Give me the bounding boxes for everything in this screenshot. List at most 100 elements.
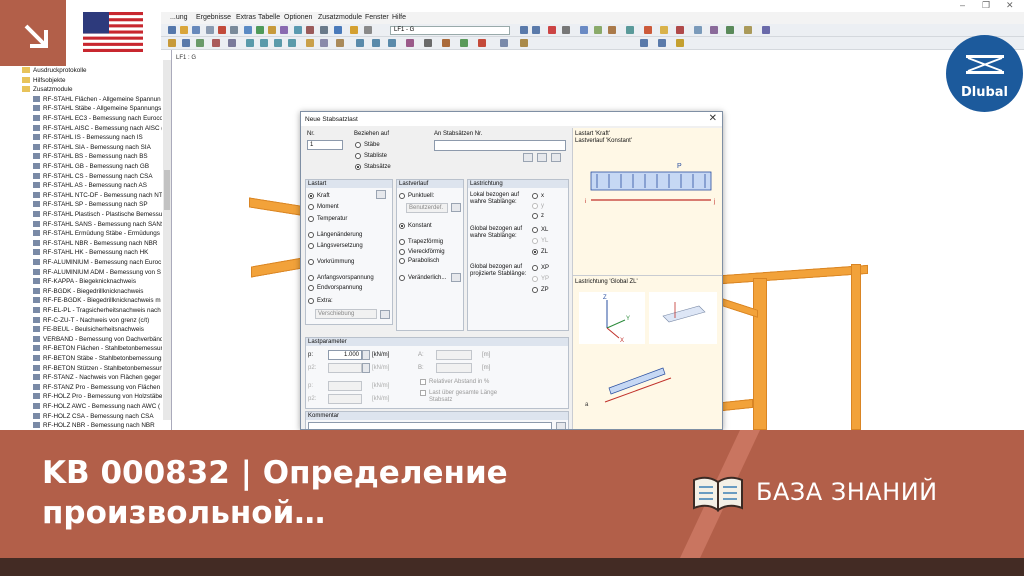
dialog-close-icon[interactable]: ✕ bbox=[709, 113, 717, 124]
radio-stabliste[interactable] bbox=[355, 153, 361, 159]
next-loadcase-icon[interactable] bbox=[532, 26, 540, 34]
navigator-module-item[interactable]: RF-BETON Stützen - Stahlbetonbemessun bbox=[33, 364, 162, 374]
tools-icon[interactable] bbox=[520, 39, 528, 47]
radio-stabsaetze[interactable] bbox=[355, 164, 361, 170]
navigator-folder[interactable]: Hilfsobjekte bbox=[22, 76, 162, 86]
settings-icon[interactable] bbox=[364, 26, 372, 34]
radio-laengsversetzung[interactable] bbox=[308, 243, 314, 249]
radio-staebe[interactable] bbox=[355, 142, 361, 148]
pick-members-button[interactable] bbox=[537, 153, 547, 162]
navigator-module-item[interactable]: RF-ALUMINIUM - Bemessung nach Euroc bbox=[33, 258, 162, 268]
solid-view-icon[interactable] bbox=[608, 26, 616, 34]
p2-input[interactable] bbox=[328, 363, 362, 373]
menu-item-fenster[interactable]: Fenster bbox=[365, 14, 389, 21]
language-flag[interactable] bbox=[66, 0, 161, 66]
navigator-module-item[interactable]: RF-C-ZU-T - Nachweis von grenz (c/t) bbox=[33, 316, 162, 326]
radio-konstant[interactable] bbox=[399, 223, 405, 229]
radio-dir-zp[interactable] bbox=[532, 287, 538, 293]
results-on-icon[interactable] bbox=[548, 26, 556, 34]
ortho-icon[interactable] bbox=[726, 26, 734, 34]
radio-veraenderlich[interactable] bbox=[399, 275, 405, 281]
navigator-module-item[interactable]: RF-FE-BGDK - Biegedrillknicknachweis m bbox=[33, 296, 162, 306]
loadcase-select[interactable]: LF1 - G bbox=[390, 26, 510, 35]
line-icon[interactable] bbox=[306, 39, 314, 47]
table-icon[interactable] bbox=[320, 26, 328, 34]
navigator-module-item[interactable]: RF-HOLZ Pro - Bemessung von Holzstäbe bbox=[33, 392, 162, 402]
check-icon[interactable] bbox=[460, 39, 468, 47]
navigator-module-item[interactable]: RF-STANZ - Nachweis von Flächen geger bbox=[33, 373, 162, 383]
calc-icon[interactable] bbox=[218, 26, 226, 34]
arc-icon[interactable] bbox=[320, 39, 328, 47]
snap-icon[interactable] bbox=[710, 26, 718, 34]
radio-dir-y[interactable] bbox=[532, 203, 538, 209]
navigator-module-item[interactable]: RF-STAHL SIA - Bemessung nach SIA bbox=[33, 143, 162, 153]
beam-right-rafter[interactable] bbox=[722, 264, 868, 285]
navigator-module-item[interactable]: RF-KAPPA - Biegeknicknachweis bbox=[33, 277, 162, 287]
radio-dir-x[interactable] bbox=[532, 193, 538, 199]
navigator-module-item[interactable]: RF-EL-PL - Tragsicherheitsnachweis nach bbox=[33, 306, 162, 316]
extra-options-button[interactable] bbox=[380, 310, 390, 319]
p-spinner[interactable] bbox=[362, 350, 370, 360]
navigator-folder[interactable]: Ausdruckprotokolle bbox=[22, 66, 162, 76]
p3-input[interactable] bbox=[328, 381, 362, 391]
navigator-scrollbar[interactable] bbox=[163, 60, 171, 420]
navigator-module-item[interactable]: RF-STAHL IS - Bemessung nach IS bbox=[33, 133, 162, 143]
navigator-module-item[interactable]: RF-STAHL Ermüdung Stäbe - Ermüdungs bbox=[33, 229, 162, 239]
clear-members-button[interactable] bbox=[551, 153, 561, 162]
polyline-icon[interactable] bbox=[336, 39, 344, 47]
folder-icon[interactable] bbox=[350, 26, 358, 34]
navigator-module-item[interactable]: RF-STAHL SP - Bemessung nach SP bbox=[33, 200, 162, 210]
delete-icon[interactable] bbox=[478, 39, 486, 47]
move-icon[interactable] bbox=[182, 39, 190, 47]
radio-parabolisch[interactable] bbox=[399, 258, 405, 264]
navigator-module-item[interactable]: RF-HOLZ CSA - Bemessung nach CSA bbox=[33, 412, 162, 422]
radio-dir-yl[interactable] bbox=[532, 238, 538, 244]
load-icon[interactable] bbox=[256, 26, 264, 34]
menu-item-hilfe[interactable]: Hilfe bbox=[392, 14, 406, 21]
full-length-checkbox[interactable] bbox=[420, 390, 426, 396]
surface-load-icon[interactable] bbox=[388, 39, 396, 47]
values-icon[interactable] bbox=[562, 26, 570, 34]
b-input[interactable] bbox=[436, 363, 472, 373]
navigator-module-item[interactable]: RF-STAHL NTC-DF - Bemessung nach NT bbox=[33, 191, 162, 201]
punktuell-options-button[interactable] bbox=[451, 203, 461, 212]
radio-punktuell[interactable] bbox=[399, 193, 405, 199]
navigator-module-item[interactable]: RF-STAHL AS - Bemessung nach AS bbox=[33, 181, 162, 191]
kommentar-input[interactable] bbox=[308, 422, 552, 429]
navigator-module-item[interactable]: RF-STANZ Pro - Bemessung von Flächen ge bbox=[33, 383, 162, 393]
radio-dir-xp[interactable] bbox=[532, 265, 538, 271]
animation-icon[interactable] bbox=[660, 26, 668, 34]
extra-select[interactable]: Verschiebung bbox=[315, 309, 377, 319]
knowledge-base-label[interactable]: БАЗА ЗНАНИЙ bbox=[756, 478, 938, 506]
view-z-icon[interactable] bbox=[274, 39, 282, 47]
article-headline[interactable]: KB 000832 | Определение произвольной… bbox=[42, 453, 602, 533]
render-icon[interactable] bbox=[626, 26, 634, 34]
maximize-icon[interactable]: ❐ bbox=[982, 0, 990, 11]
navigator-module-item[interactable]: RF-STAHL Plastisch - Plastische Bemessur bbox=[33, 210, 162, 220]
select-members-button[interactable] bbox=[523, 153, 533, 162]
relative-distance-checkbox[interactable] bbox=[420, 379, 426, 385]
p4-input[interactable] bbox=[328, 394, 362, 404]
select-icon[interactable] bbox=[168, 39, 176, 47]
radio-dir-xl[interactable] bbox=[532, 227, 538, 233]
radio-endvorspannung[interactable] bbox=[308, 285, 314, 291]
navigator-module-item[interactable]: RF-HOLZ NBR - Bemessung nach NBR bbox=[33, 421, 162, 430]
an-stabsaetzen-input[interactable] bbox=[434, 140, 566, 151]
p-input[interactable]: 1.000 bbox=[328, 350, 362, 360]
navigator-folder[interactable]: Zusatzmodule bbox=[22, 85, 162, 95]
kommentar-library-button[interactable] bbox=[556, 422, 566, 429]
navigator-module-item[interactable]: RF-STAHL GB - Bemessung nach GB bbox=[33, 162, 162, 172]
hinge-icon[interactable] bbox=[424, 39, 432, 47]
visibility-icon[interactable] bbox=[658, 39, 666, 47]
release-icon[interactable] bbox=[442, 39, 450, 47]
deformation-icon[interactable] bbox=[644, 26, 652, 34]
zoom-icon[interactable] bbox=[334, 26, 342, 34]
navigator-module-item[interactable]: RF-BETON Flächen - Stahlbetonbemessur bbox=[33, 344, 162, 354]
save-icon[interactable] bbox=[192, 26, 200, 34]
minimize-icon[interactable]: – bbox=[960, 0, 965, 10]
navigator-module-item[interactable]: RF-STAHL CS - Bemessung nach CSA bbox=[33, 172, 162, 182]
nr-input[interactable]: 1 bbox=[307, 140, 343, 150]
member-view-icon[interactable] bbox=[580, 26, 588, 34]
menu-item-tabelle[interactable]: Tabelle bbox=[258, 14, 280, 21]
navigator-scroll-thumb[interactable] bbox=[164, 170, 170, 210]
